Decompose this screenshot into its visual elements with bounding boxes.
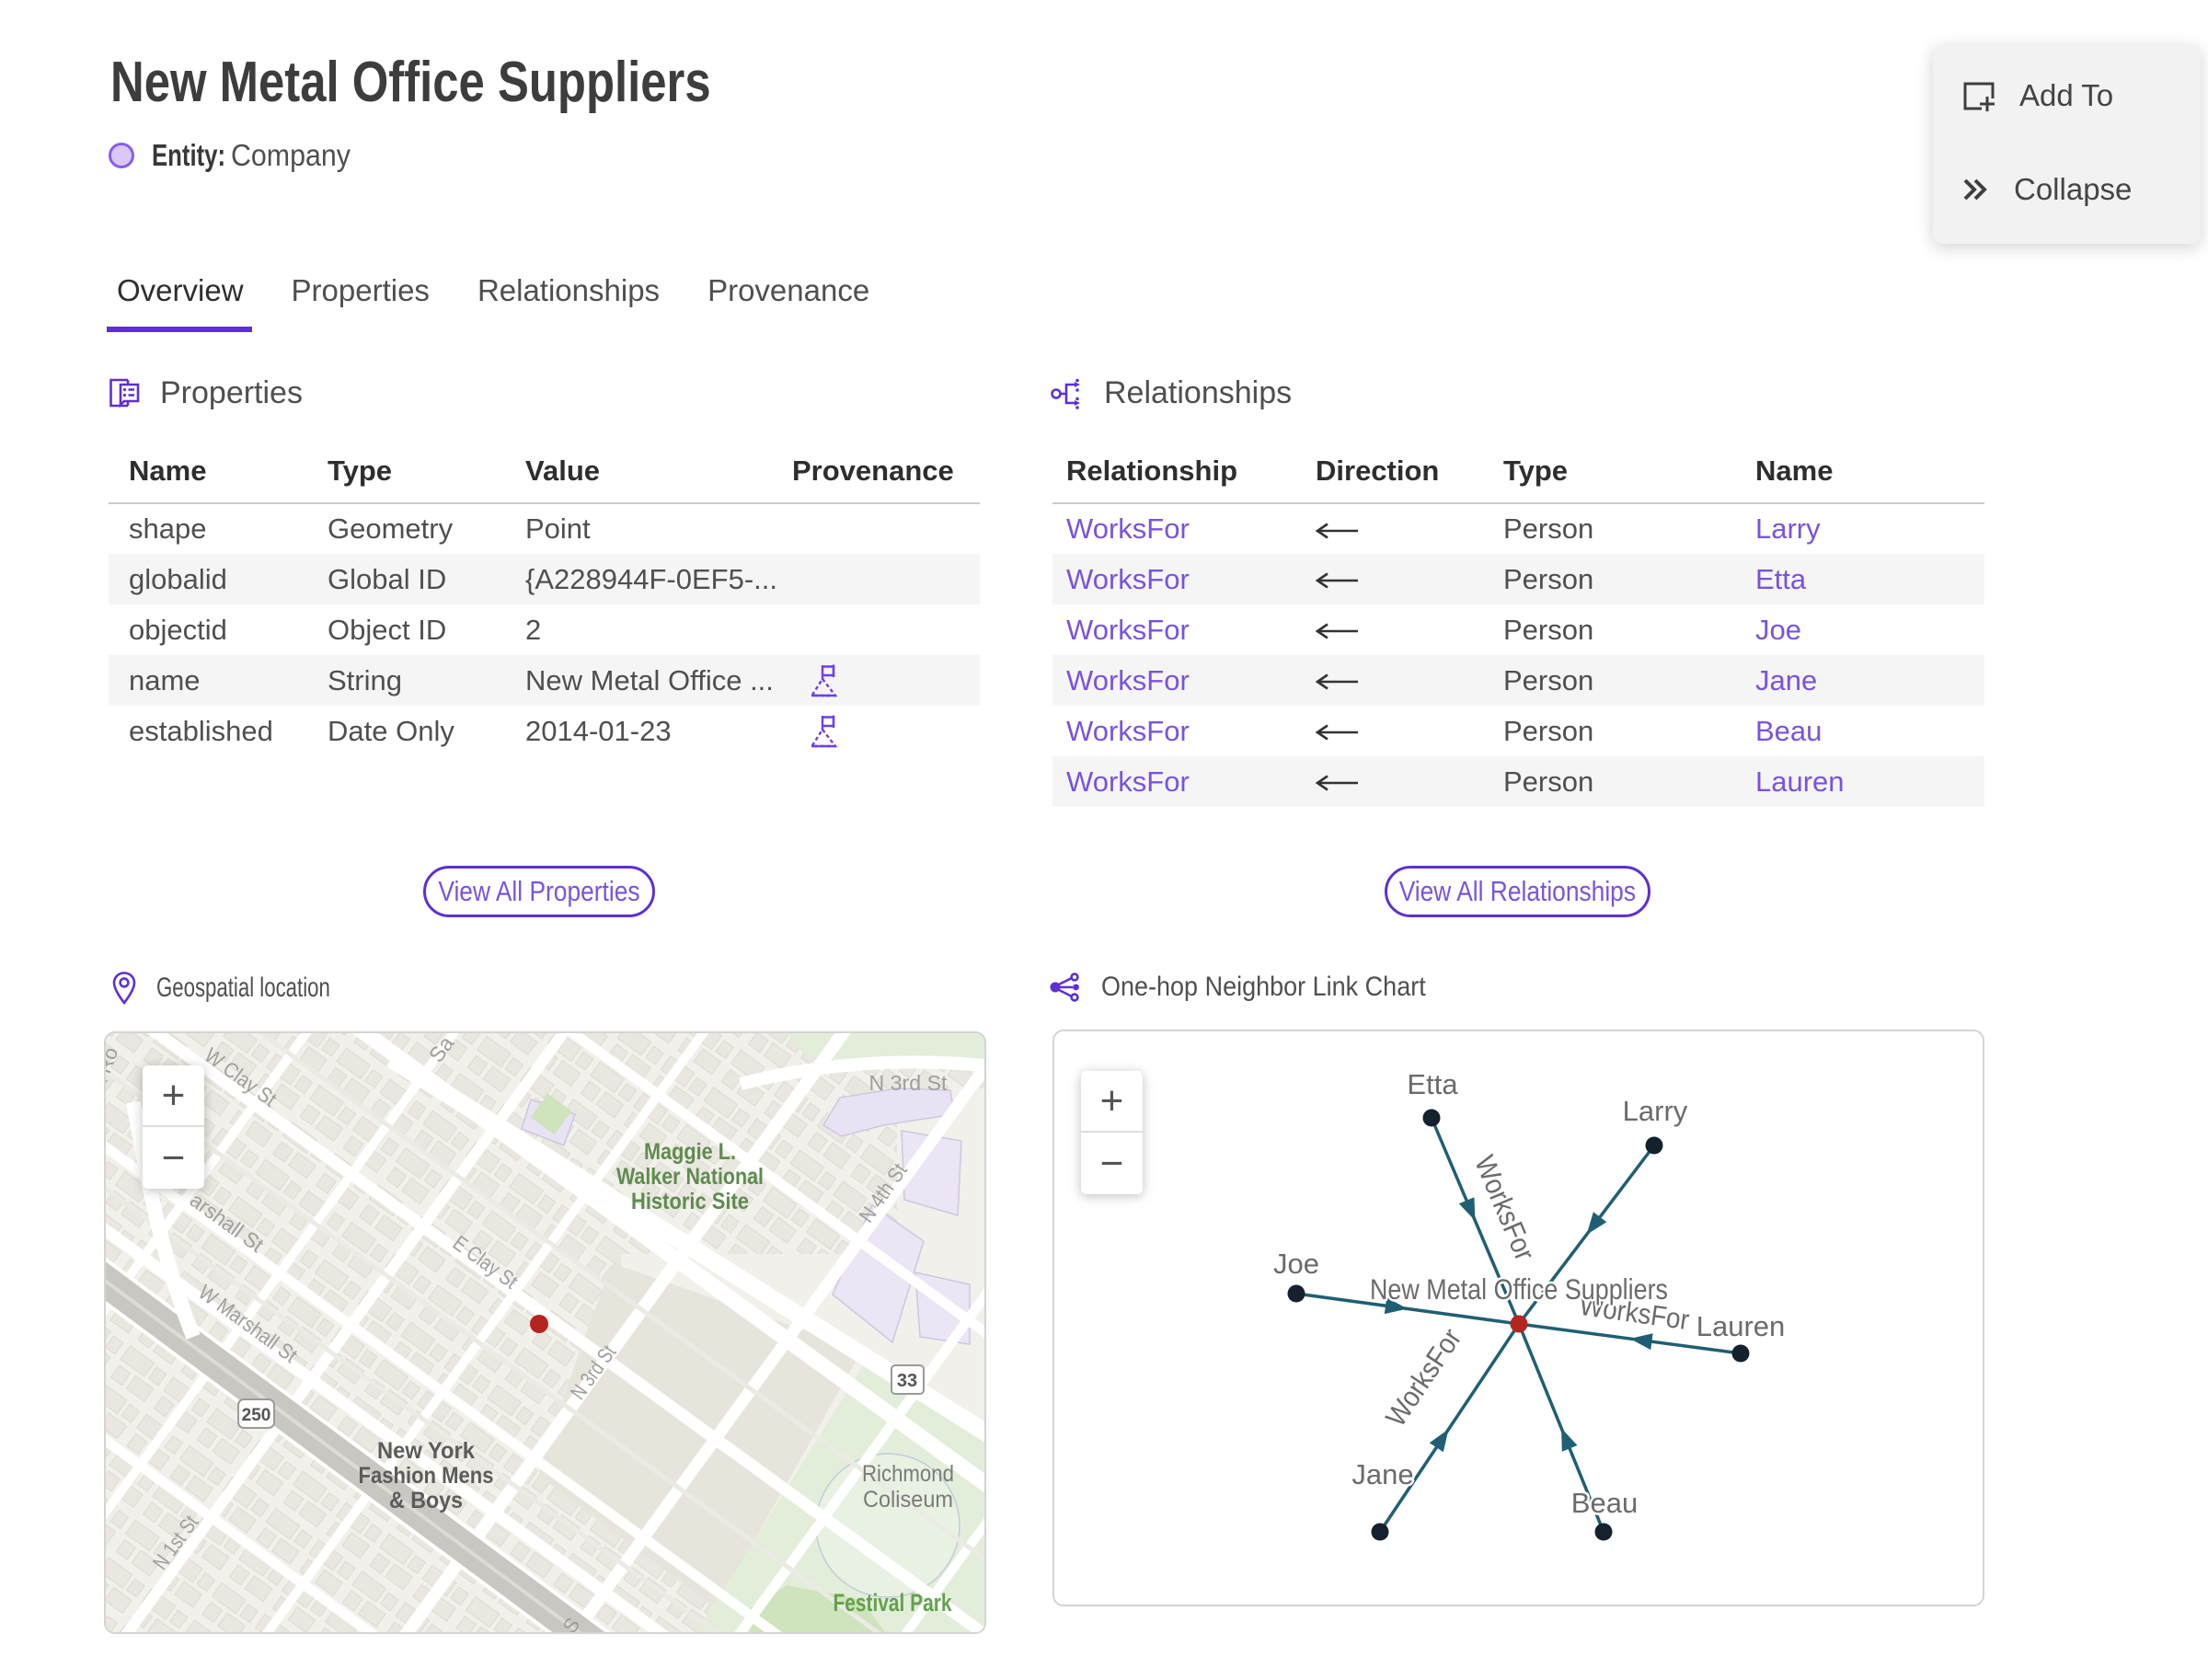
- svg-text:WorksFor: WorksFor: [1468, 1151, 1541, 1265]
- svg-text:Lauren: Lauren: [1696, 1310, 1786, 1342]
- svg-text:Richmond: Richmond: [862, 1461, 954, 1487]
- svg-text:WorksFor: WorksFor: [1379, 1323, 1467, 1433]
- svg-text:250: 250: [242, 1406, 271, 1425]
- svg-text:Etta: Etta: [1407, 1068, 1458, 1100]
- svg-text:New Metal Office Suppliers: New Metal Office Suppliers: [1370, 1272, 1668, 1306]
- svg-text:Walker National: Walker National: [616, 1164, 764, 1190]
- svg-text:Festival Park: Festival Park: [834, 1589, 953, 1617]
- svg-text:Beau: Beau: [1571, 1487, 1638, 1519]
- svg-text:N 3rd St: N 3rd St: [869, 1071, 949, 1095]
- svg-text:Coliseum: Coliseum: [863, 1487, 953, 1513]
- svg-text:Larry: Larry: [1623, 1095, 1688, 1127]
- svg-text:Historic Site: Historic Site: [631, 1189, 749, 1214]
- svg-text:New York: New York: [377, 1438, 475, 1464]
- svg-text:Joe: Joe: [1273, 1248, 1319, 1280]
- svg-text:Fashion Mens: Fashion Mens: [359, 1463, 494, 1489]
- svg-text:33: 33: [897, 1371, 917, 1391]
- svg-text:Maggie L.: Maggie L.: [644, 1139, 736, 1165]
- svg-text:& Boys: & Boys: [389, 1488, 463, 1513]
- svg-text:Jane: Jane: [1351, 1458, 1413, 1490]
